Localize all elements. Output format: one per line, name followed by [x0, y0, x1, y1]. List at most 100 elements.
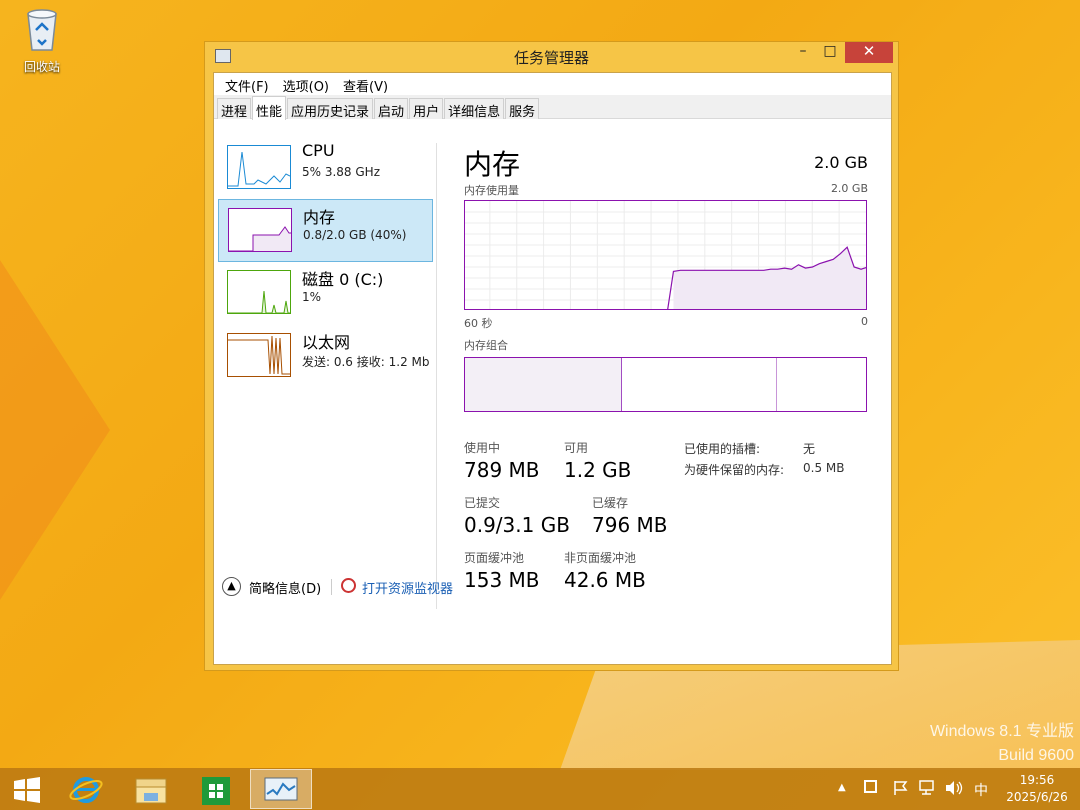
sidebar-item-value: 5% 3.88 GHz — [302, 165, 381, 179]
usage-graph-max: 2.0 GB — [830, 182, 868, 195]
memory-usage-graph — [464, 200, 867, 310]
composition-label: 内存组合 — [464, 339, 508, 352]
cpu-thumbnail-graph — [227, 145, 291, 189]
resource-monitor-icon[interactable] — [341, 578, 356, 593]
folder-icon — [135, 778, 167, 804]
show-hidden-icons-button[interactable]: ▲ — [838, 782, 846, 793]
tab-app-history[interactable]: 应用历史记录 — [287, 98, 374, 120]
disk-thumbnail-graph — [227, 270, 291, 314]
taskbar-task-manager[interactable] — [250, 769, 312, 809]
sidebar-item-value: 1% — [302, 290, 322, 304]
taskbar-internet-explorer[interactable] — [56, 769, 118, 809]
sidebar-item-ethernet[interactable]: 以太网 发送: 0.6 接收: 1.2 Mb — [218, 325, 433, 388]
stat-label: 已缓存 — [592, 496, 629, 510]
volume-icon[interactable] — [944, 780, 964, 800]
window-client-area: 文件(F) 选项(O) 查看(V) 进程 性能 应用历史记录 启动 用户 详细信… — [213, 72, 892, 665]
tab-services[interactable]: 服务 — [505, 98, 540, 120]
open-resource-monitor-link[interactable]: 打开资源监视器 — [362, 578, 453, 597]
input-method-indicator[interactable]: 中 — [974, 780, 988, 800]
sidebar-item-value: 0.8/2.0 GB (40%) — [303, 228, 407, 242]
slots-used-label: 已使用的插槽: — [684, 442, 761, 456]
pane-divider[interactable] — [436, 143, 437, 609]
graph-axis-right: 0 — [861, 315, 868, 328]
clock-time: 19:56 — [1019, 773, 1055, 787]
background-shape — [0, 260, 110, 600]
stat-label: 非页面缓冲池 — [564, 551, 637, 565]
sidebar-item-label: 磁盘 0 (C:) — [302, 270, 384, 289]
menu-view[interactable]: 查看(V) — [336, 73, 395, 95]
footer-divider — [331, 579, 332, 595]
memory-usage-chart — [465, 201, 866, 309]
performance-sidebar: CPU 5% 3.88 GHz 内存 0.8/2.0 GB (40%) 磁盘 0… — [214, 119, 436, 589]
stat-in-use: 使用中 789 MB — [464, 439, 540, 482]
recycle-bin-desktop-icon[interactable]: 回收站 — [14, 6, 70, 75]
sidebar-item-disk[interactable]: 磁盘 0 (C:) 1% — [218, 262, 433, 325]
sidebar-item-cpu[interactable]: CPU 5% 3.88 GHz — [218, 137, 433, 200]
memory-composition-bar — [464, 357, 867, 412]
recycle-bin-label: 回收站 — [23, 60, 60, 74]
hardware-reserved-value: 0.5 MB — [803, 461, 845, 475]
store-icon — [202, 777, 230, 805]
tab-performance[interactable]: 性能 — [252, 96, 287, 120]
taskbar-store[interactable] — [186, 769, 248, 809]
menu-bar: 文件(F) 选项(O) 查看(V) — [214, 73, 891, 95]
total-memory: 2.0 GB — [814, 153, 868, 172]
graph-axis-left: 60 秒 — [464, 317, 493, 330]
menu-file[interactable]: 文件(F) — [218, 73, 276, 95]
chevron-up-icon[interactable]: ▲ — [222, 577, 241, 596]
memory-usage-area — [673, 247, 866, 309]
title-bar[interactable]: 任务管理器 – □ ✕ — [205, 42, 898, 70]
stat-cached: 已缓存 796 MB — [592, 494, 668, 537]
taskbar-file-explorer[interactable] — [120, 769, 182, 809]
slots-used-value: 无 — [803, 442, 816, 456]
flag-icon[interactable] — [892, 780, 910, 800]
footer-bar: ▲ 简略信息(D) 打开资源监视器 — [214, 573, 891, 605]
network-icon[interactable] — [918, 780, 936, 800]
system-clock[interactable]: 19:56 2025/6/26 — [1002, 772, 1072, 806]
internet-explorer-icon — [69, 777, 103, 803]
stat-value: 0.9/3.1 GB — [464, 513, 570, 537]
maximize-button[interactable]: □ — [817, 42, 843, 63]
tab-startup[interactable]: 启动 — [374, 98, 409, 120]
action-center-icon[interactable] — [864, 780, 878, 798]
windows-watermark: Windows 8.1 专业版 Build 9600 — [930, 720, 1074, 768]
stat-value: 1.2 GB — [564, 458, 632, 482]
stat-label: 使用中 — [464, 441, 501, 455]
recycle-bin-icon — [24, 6, 60, 52]
minimize-button[interactable]: – — [790, 42, 816, 63]
stat-value: 789 MB — [464, 458, 540, 482]
stat-available: 可用 1.2 GB — [564, 439, 631, 482]
sidebar-item-value: 发送: 0.6 接收: 1.2 Mb — [302, 355, 430, 369]
usage-graph-label: 内存使用量 — [464, 184, 519, 197]
tab-strip: 进程 性能 应用历史记录 启动 用户 详细信息 服务 — [214, 95, 891, 120]
close-button[interactable]: ✕ — [845, 42, 893, 63]
tab-details[interactable]: 详细信息 — [444, 98, 505, 120]
tab-users[interactable]: 用户 — [409, 98, 444, 120]
memory-thumbnail-graph — [228, 208, 292, 252]
task-manager-icon — [264, 777, 298, 801]
task-manager-window: 任务管理器 – □ ✕ 文件(F) 选项(O) 查看(V) 进程 性能 应用历史… — [204, 41, 899, 671]
stat-label: 页面缓冲池 — [464, 551, 525, 565]
watermark-build: Build 9600 — [998, 747, 1074, 764]
ethernet-thumbnail-graph — [227, 333, 291, 377]
hardware-reserved-label: 为硬件保留的内存: — [684, 463, 785, 477]
taskbar: ▲ 中 19:56 2025/6/26 — [0, 768, 1080, 810]
sidebar-item-label: CPU — [302, 141, 335, 160]
page-title: 内存 — [464, 148, 521, 181]
menu-options[interactable]: 选项(O) — [276, 73, 336, 95]
stat-value: 796 MB — [592, 513, 668, 537]
start-button[interactable] — [0, 769, 62, 809]
stat-label: 已提交 — [464, 496, 501, 510]
windows-logo-icon — [14, 777, 40, 803]
sidebar-item-memory[interactable]: 内存 0.8/2.0 GB (40%) — [218, 199, 433, 262]
composition-standby-divider — [776, 358, 777, 411]
sidebar-item-label: 内存 — [303, 208, 336, 227]
composition-in-use-segment — [465, 358, 622, 411]
sidebar-item-label: 以太网 — [302, 333, 351, 352]
watermark-edition: Windows 8.1 专业版 — [929, 723, 1074, 740]
tab-processes[interactable]: 进程 — [217, 98, 252, 120]
clock-date: 2025/6/26 — [1006, 790, 1068, 804]
stat-label: 可用 — [564, 441, 589, 455]
fewer-details-button[interactable]: 简略信息(D) — [249, 578, 321, 597]
stat-committed: 已提交 0.9/3.1 GB — [464, 494, 570, 537]
